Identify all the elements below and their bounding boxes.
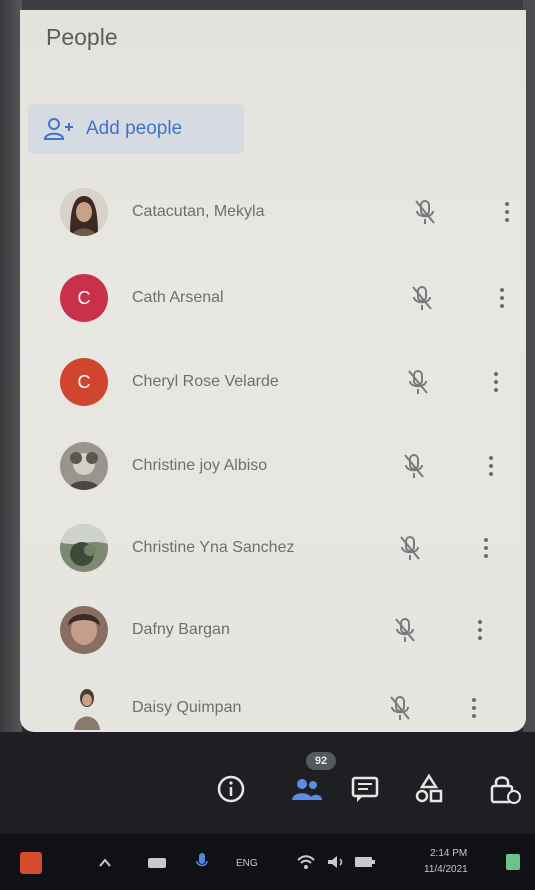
speaker-icon[interactable] (326, 854, 346, 870)
avatar-photo-icon (60, 524, 108, 572)
mic-off-icon[interactable] (398, 534, 422, 562)
mic-off-icon[interactable] (413, 198, 437, 226)
avatar (68, 684, 106, 732)
avatar-photo-icon (68, 684, 106, 732)
add-people-button[interactable]: Add people (28, 104, 244, 154)
host-controls-icon[interactable] (488, 772, 522, 806)
clock-time[interactable]: 2:14 PM (430, 848, 467, 859)
more-options-icon[interactable] (469, 696, 479, 720)
participant-row[interactable]: Dafny Bargan (20, 600, 526, 660)
participant-name: Dafny Bargan (132, 621, 230, 638)
participant-name: Christine joy Albiso (132, 457, 268, 474)
participant-name: Cheryl Rose Velarde (132, 373, 279, 390)
more-options-icon[interactable] (502, 200, 512, 224)
avatar-initial: C (77, 287, 91, 308)
participant-row[interactable]: C Cheryl Rose Velarde (20, 352, 526, 412)
avatar (60, 188, 108, 236)
mic-off-icon[interactable] (393, 616, 417, 644)
avatar-initial: C (77, 371, 91, 392)
people-panel: People Add people Catacutan, Mekyla C Ca… (20, 10, 526, 732)
avatar-photo-icon (60, 606, 108, 654)
participant-row[interactable]: Catacutan, Mekyla (20, 182, 526, 242)
avatar (60, 524, 108, 572)
avatar (60, 606, 108, 654)
mic-off-icon[interactable] (406, 368, 430, 396)
wifi-icon[interactable] (296, 854, 316, 870)
add-person-icon (44, 118, 73, 140)
chat-icon[interactable] (348, 772, 382, 806)
participant-name: Catacutan, Mekyla (132, 203, 265, 220)
language-indicator[interactable]: ENG (236, 858, 258, 869)
avatar (60, 442, 108, 490)
network-drive-icon[interactable] (148, 858, 166, 868)
avatar-photo-icon (60, 188, 108, 236)
notification-icon[interactable] (506, 854, 520, 870)
participant-name: Christine Yna Sanchez (132, 539, 295, 556)
more-options-icon[interactable] (491, 370, 501, 394)
mic-off-icon[interactable] (388, 694, 412, 722)
screen-bezel-left (0, 0, 22, 740)
more-options-icon[interactable] (481, 536, 491, 560)
participant-row[interactable]: Daisy Quimpan (20, 678, 526, 738)
participant-row[interactable]: Christine Yna Sanchez (20, 518, 526, 578)
mic-off-icon[interactable] (410, 284, 434, 312)
more-options-icon[interactable] (497, 286, 507, 310)
people-icon[interactable] (290, 772, 324, 806)
os-taskbar: ENG 2:14 PM 11/4/2021 (0, 834, 535, 890)
participant-name: Daisy Quimpan (132, 699, 242, 716)
info-icon[interactable] (214, 772, 248, 806)
participant-name: Cath Arsenal (132, 289, 224, 306)
avatar: C (60, 274, 108, 322)
panel-title: People (46, 24, 118, 50)
people-count-badge: 92 (306, 752, 336, 770)
app-icon[interactable] (20, 852, 42, 874)
battery-icon[interactable] (354, 856, 376, 868)
avatar-photo-icon (60, 442, 108, 490)
participant-row[interactable]: Christine joy Albiso (20, 436, 526, 496)
avatar: C (60, 358, 108, 406)
mic-off-icon[interactable] (402, 452, 426, 480)
meeting-control-bar: 92 (0, 732, 535, 834)
chevron-up-icon[interactable] (98, 856, 112, 868)
participant-row[interactable]: C Cath Arsenal (20, 268, 526, 328)
clock-date[interactable]: 11/4/2021 (424, 864, 468, 875)
activities-icon[interactable] (412, 772, 446, 806)
more-options-icon[interactable] (475, 618, 485, 642)
microphone-icon[interactable] (196, 852, 208, 872)
add-people-label: Add people (86, 118, 183, 139)
more-options-icon[interactable] (486, 454, 496, 478)
